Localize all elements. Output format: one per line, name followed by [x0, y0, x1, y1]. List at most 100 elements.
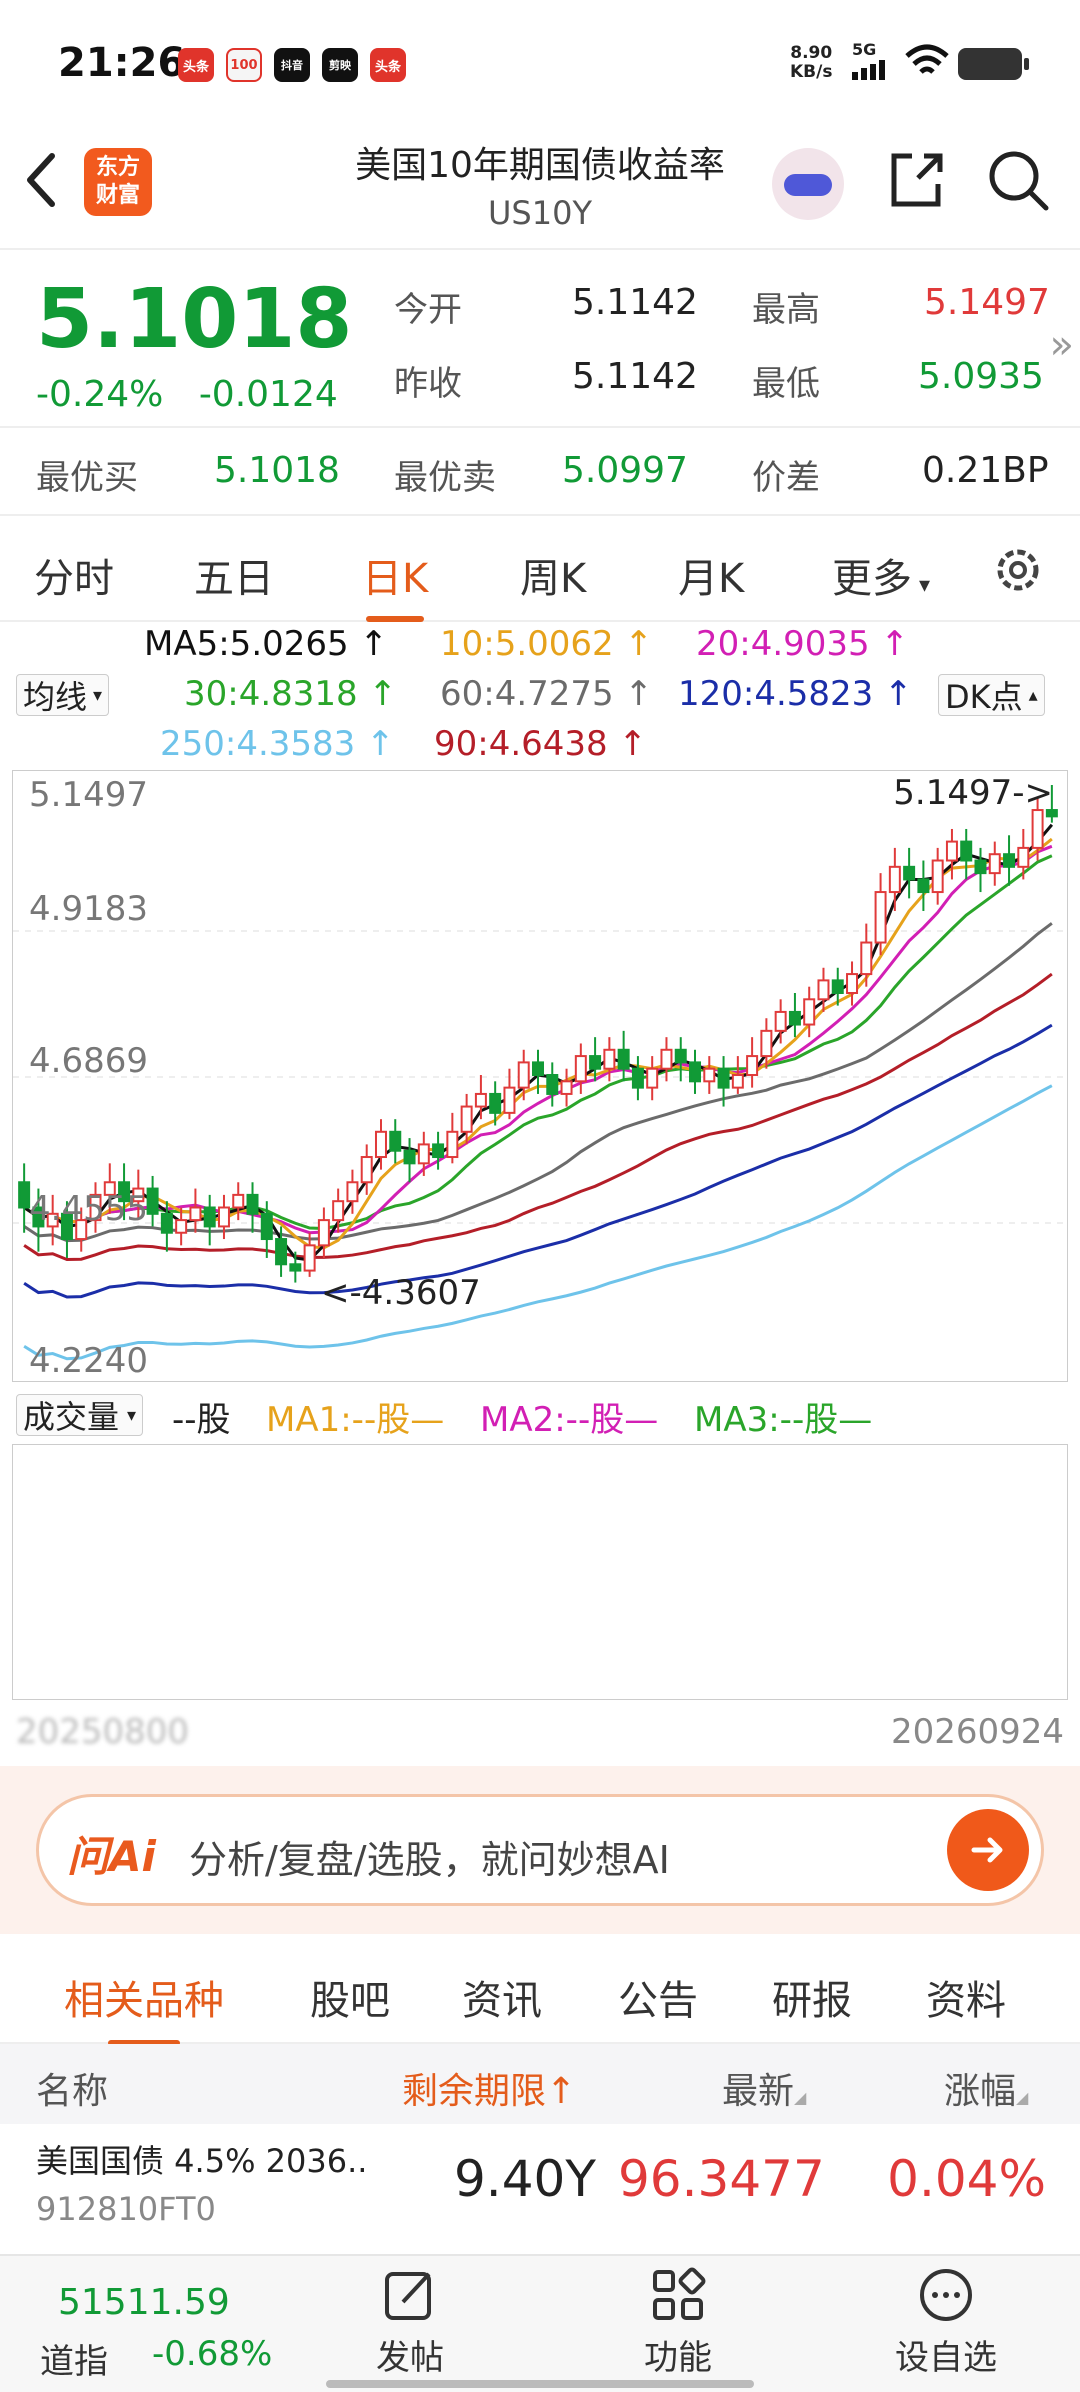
- candle-body: [731, 1074, 744, 1089]
- network-speed: 8.90 KB/s: [790, 43, 833, 82]
- gear-icon[interactable]: [990, 542, 1046, 598]
- table-row[interactable]: 美国国债 4.5% 2036.. 912810FT0 9.40Y 96.3477…: [0, 2130, 1080, 2254]
- capcut-app-icon: 剪映: [322, 48, 358, 82]
- candle-body: [18, 1181, 31, 1209]
- ma10-legend: 10:5.0062 ↑: [440, 624, 653, 664]
- prev-close-label: 昨收: [394, 364, 462, 404]
- status-time: 21:26: [58, 40, 186, 86]
- tab-daily-k[interactable]: 日K: [362, 546, 428, 622]
- bond-code: 912810FT0: [36, 2190, 216, 2228]
- expand-chevron-icon[interactable]: »: [1050, 322, 1074, 368]
- ai-logo: 问Ai: [67, 1832, 156, 1881]
- functions-button[interactable]: 功能: [598, 2266, 758, 2379]
- best-bid-label: 最优买: [36, 458, 138, 498]
- bond-latest: 96.3477: [618, 2150, 825, 2208]
- add-watchlist-button[interactable]: 设自选: [866, 2266, 1026, 2379]
- wifi-icon: [905, 44, 949, 74]
- candle-body: [817, 979, 830, 1001]
- candle-body: [774, 1010, 787, 1032]
- candle-body: [617, 1048, 630, 1070]
- candle-body: [660, 1048, 673, 1070]
- tab-related[interactable]: 相关品种: [64, 1968, 224, 2046]
- low-label: 最低: [752, 364, 820, 404]
- search-icon[interactable]: [986, 148, 1050, 212]
- candle-body: [717, 1067, 730, 1089]
- candle-body: [631, 1067, 644, 1089]
- volume-chart[interactable]: [12, 1444, 1068, 1700]
- col-remaining[interactable]: 剩余期限↑: [402, 2062, 576, 2114]
- candle-body: [888, 865, 901, 894]
- ai-input-placeholder[interactable]: 分析/复盘/选股，就问妙想AI: [189, 1829, 670, 1884]
- candle-body: [232, 1193, 245, 1209]
- tab-five-day[interactable]: 五日: [194, 546, 274, 604]
- candle-body: [788, 1010, 801, 1026]
- tab-news[interactable]: 资讯: [462, 1968, 542, 2026]
- table-header: 名称 剩余期限↑ 最新◢ 涨幅◢: [0, 2044, 1080, 2124]
- candle-body: [803, 998, 816, 1026]
- ma-selector[interactable]: 均线 ▾: [16, 674, 110, 716]
- ai-submit-button[interactable]: [947, 1809, 1029, 1891]
- candle-body: [175, 1219, 188, 1234]
- bond-change: 0.04%: [887, 2150, 1046, 2208]
- candle-body: [503, 1086, 516, 1114]
- low-value: 5.0935: [918, 356, 1044, 397]
- index-value[interactable]: 51511.59: [58, 2282, 230, 2323]
- ai-search-bar[interactable]: 问Ai 分析/复盘/选股，就问妙想AI: [36, 1794, 1044, 1906]
- best-ask-value: 5.0997: [562, 450, 688, 491]
- ma120-legend: 120:4.5823 ↑: [678, 674, 913, 714]
- tab-announcements[interactable]: 公告: [618, 1968, 698, 2026]
- col-name: 名称: [36, 2071, 109, 2112]
- quote-panel: 5.1018 -0.24% -0.0124 今开 5.1142 最高 5.149…: [0, 252, 1080, 428]
- candle-body: [960, 840, 973, 862]
- best-ask-label: 最优卖: [394, 458, 496, 498]
- candle-body: [945, 840, 958, 862]
- bottom-bar: 51511.59 道指 -0.68% 发帖 功能 设自选: [0, 2254, 1080, 2392]
- y-tick-3: 4.6869: [29, 1041, 148, 1081]
- candle-body: [474, 1092, 487, 1108]
- dk-point-button[interactable]: DK点 ▴: [938, 674, 1045, 716]
- col-latest[interactable]: 最新◢: [722, 2062, 806, 2114]
- y-tick-2: 4.9183: [29, 889, 148, 929]
- toutiao-app-icon: 头条: [178, 48, 214, 82]
- tab-monthly-k[interactable]: 月K: [678, 546, 744, 604]
- candle-body: [203, 1206, 216, 1228]
- col-change[interactable]: 涨幅◢: [944, 2062, 1028, 2114]
- candle-body: [303, 1244, 316, 1272]
- candle-body: [546, 1074, 559, 1095]
- battery-icon: [958, 48, 1029, 80]
- edit-icon: [385, 2272, 431, 2320]
- post-button[interactable]: 发帖: [330, 2266, 490, 2379]
- tab-weekly-k[interactable]: 周K: [520, 546, 586, 604]
- kline-chart[interactable]: 5.1497 4.9183 4.6869 4.4555 4.2240 5.149…: [12, 770, 1068, 1382]
- tab-research[interactable]: 研报: [772, 1968, 852, 2026]
- vol-ma2: MA2:--股—: [480, 1400, 659, 1440]
- high-value: 5.1497: [924, 282, 1050, 323]
- tab-forum[interactable]: 股吧: [310, 1968, 390, 2026]
- candle-body: [517, 1061, 530, 1089]
- bond-remaining: 9.40Y: [454, 2150, 596, 2208]
- candle-body: [560, 1080, 573, 1095]
- candle-body: [903, 865, 916, 881]
- prev-close-value: 5.1142: [572, 356, 698, 397]
- tab-intraday[interactable]: 分时: [34, 546, 114, 604]
- tab-more[interactable]: 更多 ▾: [832, 546, 930, 604]
- end-date: 20260924: [890, 1712, 1064, 1752]
- candle-body: [374, 1130, 387, 1159]
- candle-body: [532, 1061, 544, 1077]
- high-label: 最高: [752, 290, 820, 330]
- signal-label: 5G: [852, 40, 877, 59]
- best-bid-value: 5.1018: [214, 450, 340, 491]
- status-bar: 21:26 头条 100 抖音 剪映 头条 8.90 KB/s 5G: [0, 0, 1080, 120]
- candle-body: [760, 1029, 773, 1058]
- candle-body: [674, 1048, 687, 1064]
- candle-body: [574, 1055, 587, 1083]
- candle-body: [275, 1238, 288, 1266]
- candle-body: [460, 1105, 473, 1133]
- min-annotation: <-4.3607: [321, 1273, 481, 1313]
- candle-body: [589, 1055, 602, 1070]
- share-icon[interactable]: [884, 148, 948, 212]
- vol-ma3: MA3:--股—: [694, 1400, 873, 1440]
- tab-profile[interactable]: 资料: [926, 1968, 1006, 2026]
- ai-assistant-icon[interactable]: [772, 148, 844, 220]
- volume-selector[interactable]: 成交量 ▾: [16, 1394, 144, 1436]
